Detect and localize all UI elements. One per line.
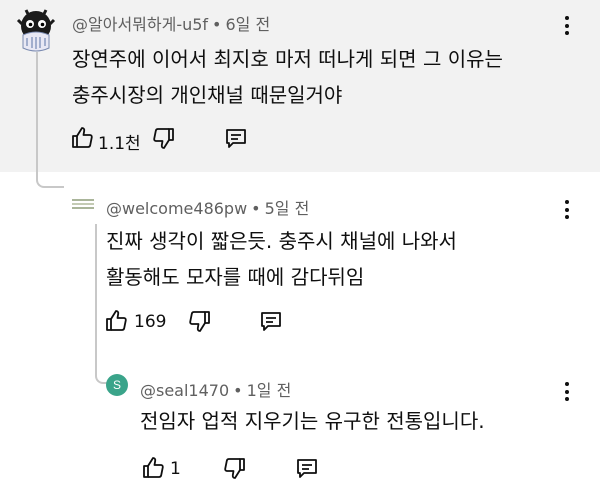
like-button[interactable]: [141, 456, 165, 480]
timestamp[interactable]: 6일 전: [225, 15, 270, 34]
author-handle[interactable]: @알아서뭐하게-u5f: [72, 15, 208, 34]
comment-reply-icon: [261, 312, 281, 331]
thumbs-down-icon: [153, 128, 174, 149]
comment-header: @seal1470 • 1일 전: [140, 377, 291, 401]
thumbs-up-icon: [72, 127, 93, 148]
timestamp[interactable]: 5일 전: [265, 199, 310, 218]
author-handle[interactable]: @seal1470: [140, 381, 229, 400]
comment-text: 장연주에 이어서 최지호 마저 떠나게 되면 그 이유는 충주시장의 개인채널 …: [72, 41, 503, 113]
comment-reply-icon: [297, 459, 317, 478]
more-options-button[interactable]: [564, 200, 570, 223]
like-count: 1.1천: [98, 134, 141, 154]
reply-button[interactable]: [259, 309, 283, 333]
comment-line: 장연주에 이어서 최지호 마저 떠나게 되면 그 이유는: [72, 47, 503, 71]
comment-header: @알아서뭐하게-u5f • 6일 전: [72, 11, 270, 35]
comment-line: 충주시장의 개인채널 때문일거야: [72, 83, 343, 107]
like-button[interactable]: [70, 126, 94, 150]
avatar[interactable]: [14, 8, 58, 52]
like-count: 169: [134, 312, 167, 332]
comment-line: 진짜 생각이 짧은듯. 충주시 채널에 나와서: [106, 229, 457, 253]
separator: •: [233, 381, 243, 400]
monster-face-icon: [16, 9, 56, 52]
dislike-button[interactable]: [188, 309, 212, 333]
dislike-button[interactable]: [152, 126, 176, 150]
author-handle[interactable]: @welcome486pw: [106, 199, 247, 218]
reply-button[interactable]: [295, 456, 319, 480]
comment-text: 진짜 생각이 짧은듯. 충주시 채널에 나와서 활동해도 모자를 때에 감다뒤임: [106, 223, 457, 295]
reply-button[interactable]: [224, 126, 248, 150]
comment-line: 활동해도 모자를 때에 감다뒤임: [106, 265, 365, 289]
comment-header: @welcome486pw • 5일 전: [106, 195, 309, 219]
dislike-button[interactable]: [223, 456, 247, 480]
separator: •: [212, 15, 222, 34]
thumbs-up-icon: [106, 310, 127, 331]
separator: •: [251, 199, 261, 218]
comment-reply-icon: [226, 129, 246, 148]
like-count: 1: [170, 459, 181, 479]
more-options-button[interactable]: [564, 382, 570, 405]
thumbs-up-icon: [143, 457, 164, 478]
thumbs-down-icon: [224, 458, 245, 479]
comment-line: 전임자 업적 지우기는 유구한 전통입니다.: [140, 409, 485, 433]
reply-thread-line: [36, 52, 64, 188]
thumbs-down-icon: [189, 311, 210, 332]
timestamp[interactable]: 1일 전: [247, 381, 292, 400]
avatar[interactable]: S: [106, 374, 128, 396]
comment-text: 전임자 업적 지우기는 유구한 전통입니다.: [140, 403, 485, 439]
like-button[interactable]: [104, 309, 128, 333]
avatar[interactable]: [72, 196, 94, 212]
more-options-button[interactable]: [564, 16, 570, 39]
striped-avatar-icon: [72, 196, 94, 212]
